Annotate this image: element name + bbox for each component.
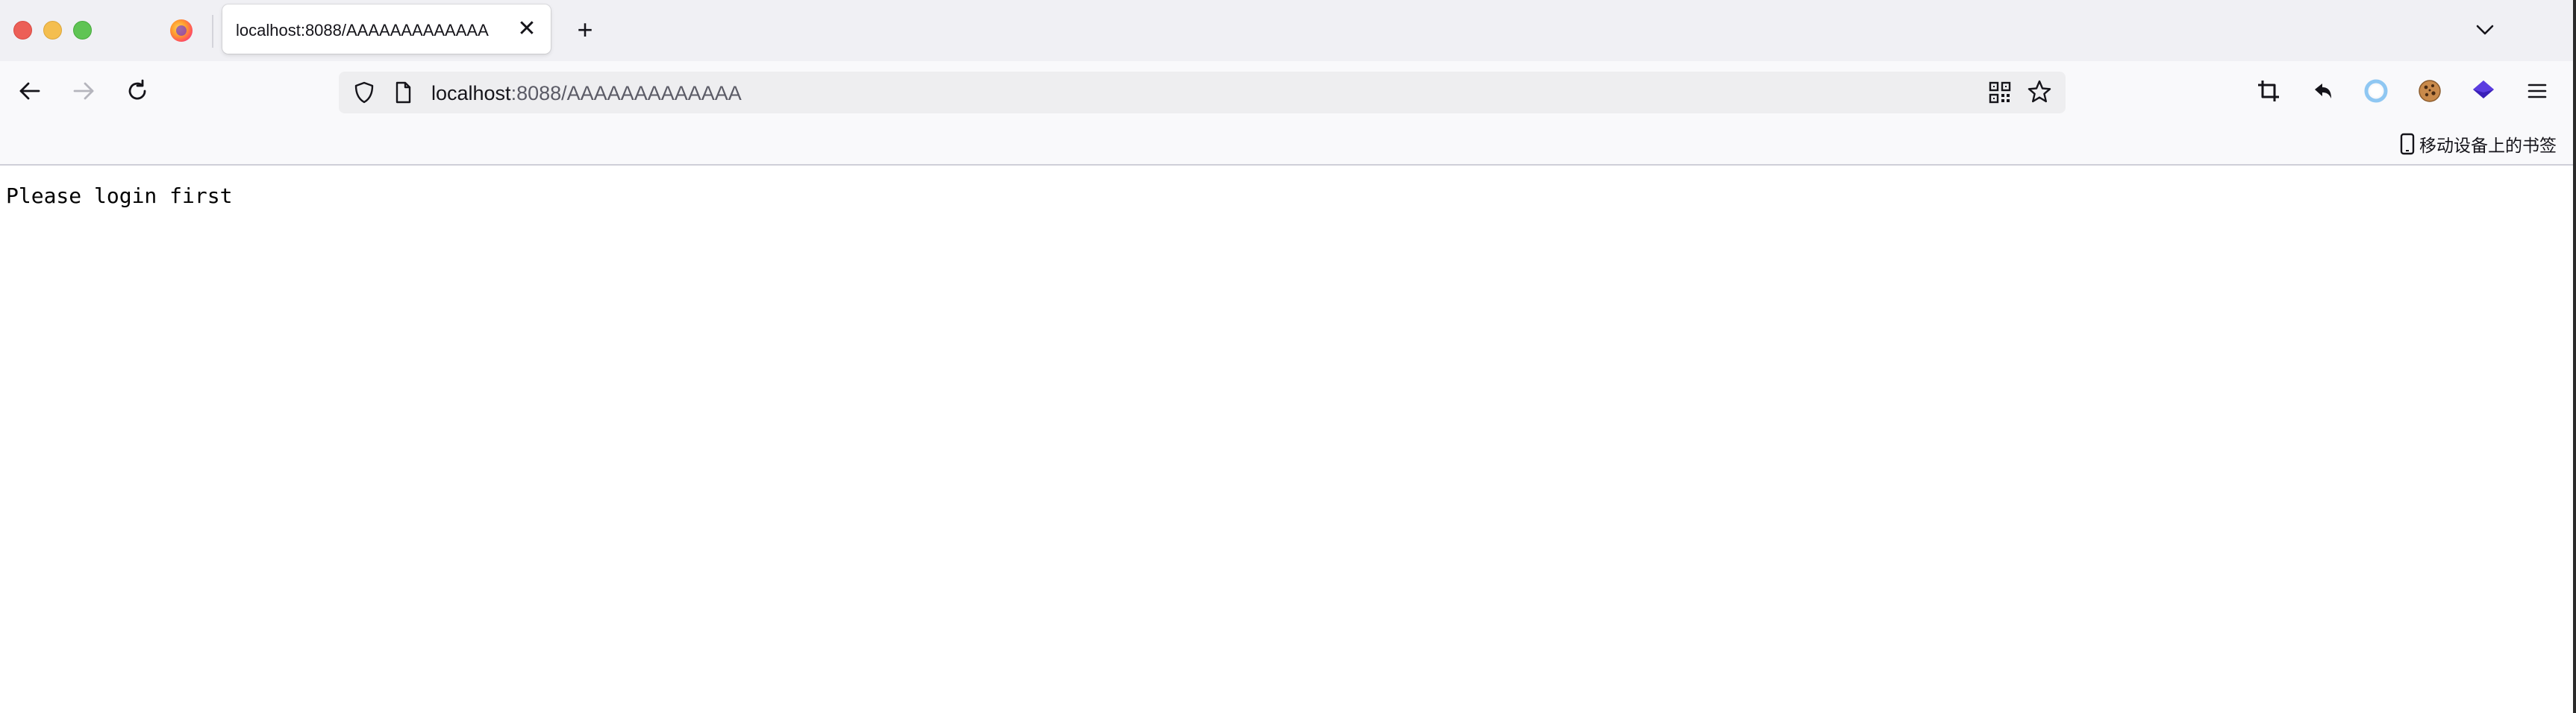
url-text[interactable]: localhost:8088/AAAAAAAAAAAAA — [431, 82, 742, 105]
undo-icon — [2315, 84, 2331, 98]
navigation-toolbar: localhost:8088/AAAAAAAAAAAAA — [0, 61, 2576, 124]
tab-close-icon[interactable]: ✕ — [515, 17, 539, 41]
qr-code-icon[interactable] — [1986, 79, 2013, 106]
window-edge — [2573, 0, 2576, 713]
cookie-icon — [2419, 80, 2441, 102]
ring-icon — [2364, 79, 2388, 103]
reload-icon — [128, 79, 146, 100]
chevron-down-icon[interactable] — [2470, 15, 2500, 45]
reload-button[interactable] — [121, 75, 154, 107]
layers-icon — [2473, 81, 2494, 98]
app-menu-button[interactable] — [2521, 75, 2554, 107]
login-required-message: Please login first — [6, 183, 233, 208]
firefox-view-icon[interactable] — [170, 19, 193, 42]
tab-active[interactable]: localhost:8088/AAAAAAAAAAAAA ✕ — [222, 4, 551, 54]
tab-divider — [212, 15, 213, 48]
url-host: localhost — [431, 82, 511, 104]
star-icon[interactable] — [2025, 78, 2054, 106]
shield-icon[interactable] — [351, 79, 378, 106]
back-button[interactable] — [13, 75, 46, 107]
tab-strip: localhost:8088/AAAAAAAAAAAAA ✕ + — [0, 0, 2576, 61]
page-content: Please login first — [0, 166, 2576, 713]
layers-extension-button[interactable] — [2467, 75, 2500, 107]
arrow-right-icon — [73, 82, 94, 100]
mobile-device-icon — [2400, 133, 2415, 155]
browser-window: localhost:8088/AAAAAAAAAAAAA ✕ + localho… — [0, 0, 2576, 713]
arrow-left-icon — [19, 82, 40, 100]
window-close-button[interactable] — [13, 21, 32, 40]
cookie-extension-button[interactable] — [2413, 75, 2446, 107]
mobile-bookmarks-folder[interactable]: 移动设备上的书签 — [2397, 131, 2557, 157]
hamburger-menu-icon — [2527, 84, 2547, 98]
extension-ring-button[interactable] — [2360, 75, 2392, 107]
tab-title: localhost:8088/AAAAAAAAAAAAA — [236, 21, 489, 40]
page-icon[interactable] — [390, 79, 416, 106]
mobile-bookmarks-label: 移动设备上的书签 — [2419, 136, 2557, 156]
window-maximize-button[interactable] — [73, 21, 92, 40]
screenshot-button[interactable] — [2252, 75, 2285, 107]
url-bar[interactable]: localhost:8088/AAAAAAAAAAAAA — [339, 72, 2066, 113]
undo-button[interactable] — [2306, 75, 2339, 107]
url-path: :8088/AAAAAAAAAAAAA — [510, 82, 742, 104]
bookmarks-toolbar: 移动设备上的书签 — [0, 124, 2576, 166]
window-minimize-button[interactable] — [43, 21, 62, 40]
forward-button[interactable] — [67, 75, 100, 107]
new-tab-button[interactable]: + — [570, 15, 600, 45]
crop-icon — [2258, 81, 2279, 101]
